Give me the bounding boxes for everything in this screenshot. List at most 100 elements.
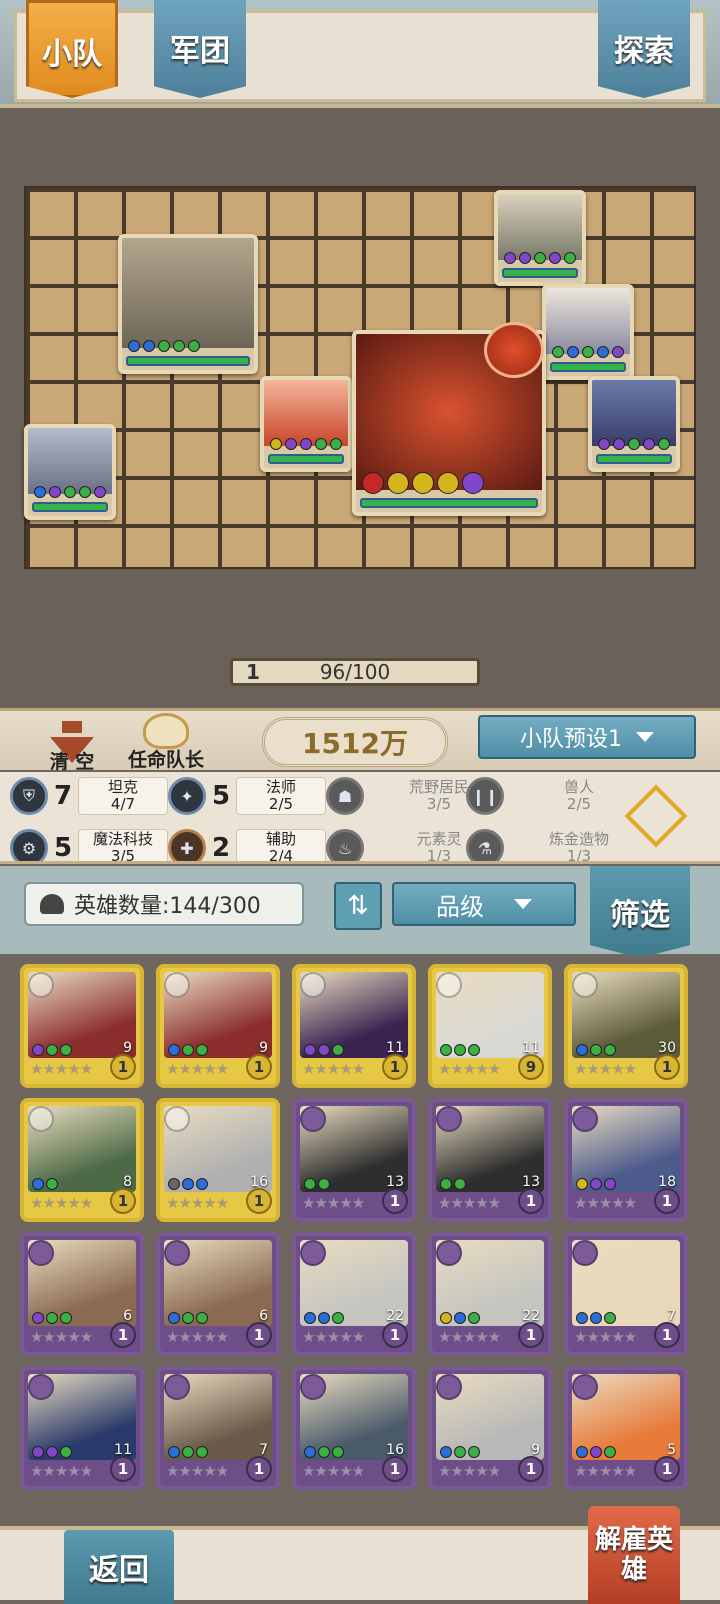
- hero-card[interactable]: 11 ★★★★★ 1: [20, 1366, 144, 1490]
- unit-hp-bar: [360, 498, 538, 508]
- hero-card[interactable]: 8 ★★★★★ 1: [20, 1098, 144, 1222]
- unit-portrait: [28, 428, 112, 494]
- grade-dropdown[interactable]: 品级: [392, 882, 576, 926]
- board-unit-crocodile[interactable]: [494, 190, 586, 286]
- hero-level-badge: 1: [246, 1322, 272, 1348]
- orc-icon: ❙❙: [466, 777, 504, 815]
- hero-star-rating: ★★★★★: [302, 1060, 365, 1078]
- hero-card[interactable]: 9 ★★★★★ 1: [156, 964, 280, 1088]
- synergy-name: 元素灵: [416, 830, 462, 848]
- hero-card[interactable]: 22 ★★★★★ 1: [292, 1232, 416, 1356]
- tab-legion[interactable]: 军团: [154, 0, 246, 98]
- hero-level-badge: 1: [246, 1456, 272, 1482]
- synergy-mage[interactable]: ✦ 5 法师 2/5: [168, 776, 326, 816]
- synergy-name: 坦克: [107, 778, 138, 796]
- hero-level-badge: 1: [518, 1188, 544, 1214]
- synergy-progress: 3/5: [426, 795, 452, 813]
- hero-level-badge: 1: [110, 1322, 136, 1348]
- hero-attribute-dots: [168, 1446, 208, 1458]
- hero-role-icon: [28, 1240, 54, 1266]
- hero-card[interactable]: 6 ★★★★★ 1: [156, 1232, 280, 1356]
- board-unit-toad[interactable]: [24, 424, 116, 520]
- unit-hp-bar: [126, 356, 250, 366]
- board-unit-golem[interactable]: [118, 234, 258, 374]
- back-button[interactable]: 返回: [64, 1530, 174, 1604]
- hero-level-badge: 1: [110, 1188, 136, 1214]
- dismiss-hero-button[interactable]: 解雇英雄: [588, 1506, 680, 1604]
- hero-role-icon: [164, 1106, 190, 1132]
- synergy-progress: 4/7: [110, 795, 136, 813]
- hero-card[interactable]: 13 ★★★★★ 1: [428, 1098, 552, 1222]
- attribute-dot: [32, 1312, 44, 1324]
- attribute-dot: [590, 1178, 602, 1190]
- hero-card[interactable]: 7 ★★★★★ 1: [156, 1366, 280, 1490]
- hero-role-icon: [164, 972, 190, 998]
- unit-dots: [362, 472, 484, 494]
- hero-card[interactable]: 30 ★★★★★ 1: [564, 964, 688, 1088]
- hero-role-icon: [164, 1240, 190, 1266]
- hero-card[interactable]: 22 ★★★★★ 1: [428, 1232, 552, 1356]
- appoint-captain-label: 任命队长: [127, 749, 204, 771]
- hero-role-icon: [436, 1374, 462, 1400]
- tech-icon: ⚙: [10, 829, 48, 861]
- synergy-name: 魔法科技: [92, 830, 153, 848]
- board-unit-sorceress[interactable]: [588, 376, 680, 472]
- synergy-alchemy[interactable]: ⚗ 炼金造物 1/3: [466, 828, 624, 861]
- unit-dots: [128, 340, 200, 352]
- hero-card[interactable]: 18 ★★★★★ 1: [564, 1098, 688, 1222]
- hero-card[interactable]: 9 ★★★★★ 1: [428, 1366, 552, 1490]
- synergy-panel[interactable]: ⛨ 7 坦克 4/7 ✦ 5 法师 2/5 ☗ 荒野居民 3/5 ❙❙ 兽人 2/5 ⚙…: [0, 772, 720, 864]
- hero-card[interactable]: 11 ★★★★★ 1: [292, 964, 416, 1088]
- attribute-dot: [182, 1312, 194, 1324]
- board-unit-mage[interactable]: [542, 284, 634, 380]
- tab-explore[interactable]: 探索: [598, 0, 690, 98]
- attribute-dot: [46, 1312, 58, 1324]
- synergy-orc[interactable]: ❙❙ 兽人 2/5: [466, 776, 624, 816]
- clear-button[interactable]: 清 空: [36, 715, 108, 773]
- sort-button[interactable]: ⇅: [334, 882, 382, 930]
- attribute-dot: [590, 1312, 602, 1324]
- hero-card[interactable]: 7 ★★★★★ 1: [564, 1232, 688, 1356]
- synergy-magic-tech[interactable]: ⚙ 5 魔法科技 3/5: [10, 828, 168, 863]
- attribute-dot: [46, 1446, 58, 1458]
- tab-squad[interactable]: 小队: [26, 0, 118, 98]
- hero-level-badge: 1: [382, 1322, 408, 1348]
- synergy-wild[interactable]: ☗ 荒野居民 3/5: [326, 776, 484, 816]
- attribute-dot: [576, 1312, 588, 1324]
- attribute-dot: [440, 1178, 452, 1190]
- board-unit-dragon[interactable]: [260, 376, 352, 472]
- hero-star-rating: ★★★★★: [574, 1194, 637, 1212]
- unit-hp-bar: [596, 454, 672, 464]
- attribute-dot: [182, 1044, 194, 1056]
- synergy-tank[interactable]: ⛨ 7 坦克 4/7: [10, 776, 168, 816]
- squad-preset-dropdown[interactable]: 小队预设1: [478, 715, 696, 759]
- hero-card[interactable]: 16 ★★★★★ 1: [156, 1098, 280, 1222]
- filter-button[interactable]: 筛选: [590, 866, 690, 958]
- hero-grid[interactable]: 9 ★★★★★ 1 9 ★★★★★ 1 11 ★★★★★ 1 11 ★★★★★ 9 30 ★★★★★ 1 8 ★…: [0, 956, 720, 1526]
- hero-level-badge: 1: [246, 1188, 272, 1214]
- hero-card[interactable]: 11 ★★★★★ 9: [428, 964, 552, 1088]
- hero-card[interactable]: 9 ★★★★★ 1: [20, 964, 144, 1088]
- unit-hp-bar: [32, 502, 108, 512]
- hero-star-rating: ★★★★★: [438, 1194, 501, 1212]
- hero-card[interactable]: 5 ★★★★★ 1: [564, 1366, 688, 1490]
- hero-star-rating: ★★★★★: [166, 1462, 229, 1480]
- synergy-name: 辅助: [265, 830, 296, 848]
- synergy-name: 兽人: [563, 778, 594, 796]
- hero-star-rating: ★★★★★: [438, 1462, 501, 1480]
- hero-star-rating: ★★★★★: [30, 1194, 93, 1212]
- synergy-count: 5: [53, 833, 73, 863]
- squad-level: 1: [246, 660, 260, 684]
- hero-card[interactable]: 13 ★★★★★ 1: [292, 1098, 416, 1222]
- synergy-support[interactable]: ✚ 2 辅助 2/4: [168, 828, 326, 864]
- board-area: 1 96/100: [0, 108, 720, 708]
- hero-attribute-dots: [440, 1044, 480, 1056]
- synergy-progress: 2/4: [268, 847, 294, 864]
- synergy-elemental[interactable]: ♨ 元素灵 1/3: [326, 828, 484, 861]
- squad-capacity: 96/100: [319, 660, 391, 684]
- hero-card[interactable]: 6 ★★★★★ 1: [20, 1232, 144, 1356]
- hero-card[interactable]: 16 ★★★★★ 1: [292, 1366, 416, 1490]
- synergy-emblem-icon[interactable]: [624, 784, 688, 848]
- unit-dots: [552, 346, 624, 358]
- appoint-captain-button[interactable]: 任命队长: [118, 713, 214, 773]
